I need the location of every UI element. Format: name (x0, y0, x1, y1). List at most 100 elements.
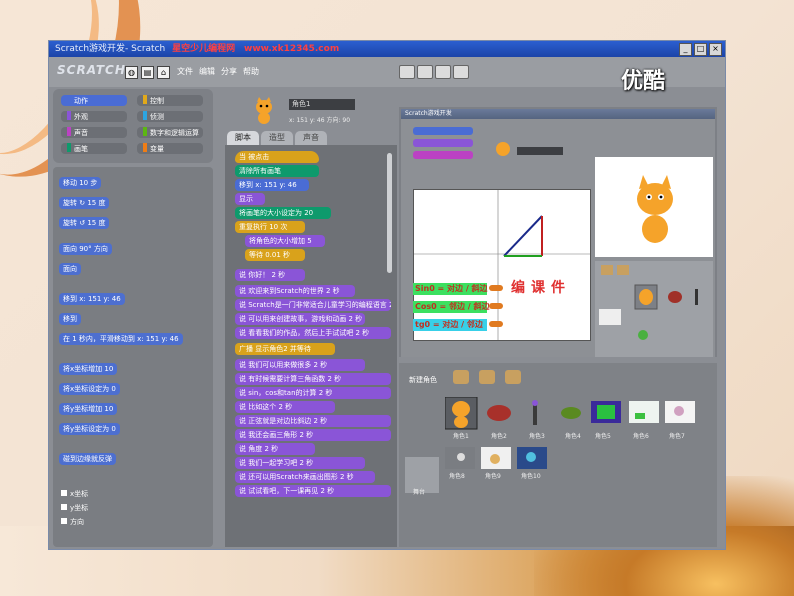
script-block[interactable]: 说 可以用来创建故事，游戏和动画 2 秒 (235, 313, 365, 325)
sprite-label[interactable]: 角色6 (633, 431, 649, 440)
script-block[interactable]: 说 我们可以用来做很多 2 秒 (235, 359, 365, 371)
category-motion[interactable]: 动作 (61, 95, 127, 106)
tab-scripts[interactable]: 脚本 (227, 131, 259, 145)
category-label: 控制 (150, 97, 164, 105)
category-variables[interactable]: 变量 (137, 143, 203, 154)
sprite-label[interactable]: 角色5 (595, 431, 611, 440)
new-sprite-label: 新建角色 (409, 376, 437, 384)
palette-block[interactable]: 移到 x: 151 y: 46 (59, 293, 125, 305)
tab-costumes[interactable]: 造型 (261, 131, 293, 145)
palette-block[interactable]: 移动 10 步 (59, 177, 102, 189)
paint-sprite-button[interactable] (453, 370, 469, 384)
checkbox-y-position[interactable]: y坐标 (61, 503, 88, 513)
tab-sounds[interactable]: 声音 (295, 131, 327, 145)
script-hat-block[interactable]: 当 被点击 (235, 151, 319, 163)
script-block[interactable]: 说 看看我们的作品，然后上手试试吧 2 秒 (235, 327, 391, 339)
script-block[interactable]: 移到 x: 151 y: 46 (235, 179, 309, 191)
script-block[interactable]: 说 你好！ 2 秒 (235, 269, 305, 281)
checkbox-direction[interactable]: 方向 (61, 517, 84, 527)
script-block[interactable]: 显示 (235, 193, 265, 205)
palette-block[interactable]: 将y坐标增加 10 (59, 403, 118, 415)
sprite-label[interactable]: 角色10 (521, 471, 541, 480)
script-block[interactable]: 广播 显示角色2 并等待 (235, 343, 335, 355)
palette-block[interactable]: 旋转 ↻ 15 度 (59, 197, 110, 209)
sprite-label[interactable]: 角色8 (449, 471, 465, 480)
menu-file[interactable]: 文件 (177, 66, 193, 77)
category-pen[interactable]: 画笔 (61, 143, 127, 154)
script-block[interactable]: 说 还可以用Scratch来画出图形 2 秒 (235, 471, 375, 483)
trig-tg-label: tg0 = 对边 / 邻边 (413, 319, 487, 331)
palette-block[interactable]: 将x坐标设定为 0 (59, 383, 120, 395)
checkbox-label: 方向 (70, 518, 84, 526)
script-block[interactable]: 说 有时候需要计算三角函数 2 秒 (235, 373, 391, 385)
category-label: 声音 (74, 129, 88, 137)
shrink-tool-icon[interactable] (453, 65, 469, 79)
palette-block[interactable]: 旋转 ↺ 15 度 (59, 217, 110, 229)
sprite-label[interactable]: 角色1 (453, 431, 469, 440)
globe-icon[interactable]: ◍ (125, 66, 138, 79)
window-title: Scratch游戏开发- Scratch (55, 44, 166, 54)
palette-block[interactable]: 将x坐标增加 10 (59, 363, 118, 375)
category-control[interactable]: 控制 (137, 95, 203, 106)
category-sound[interactable]: 声音 (61, 127, 127, 138)
category-operators[interactable]: 数字和逻辑运算 (137, 127, 203, 138)
category-label: 数字和逻辑运算 (150, 129, 199, 137)
close-button[interactable]: × (709, 43, 722, 56)
menu-share[interactable]: 分享 (221, 66, 237, 77)
triangle-diagram (414, 190, 590, 340)
duplicate-tool-icon[interactable] (399, 65, 415, 79)
palette-block[interactable]: 将y坐标设定为 0 (59, 423, 120, 435)
minimize-button[interactable]: _ (679, 43, 692, 56)
share-icon[interactable]: ⌂ (157, 66, 170, 79)
save-icon[interactable]: ▤ (141, 66, 154, 79)
nested-window-title: Scratch游戏开发 (401, 109, 715, 119)
sprite-label[interactable]: 角色3 (529, 431, 545, 440)
menu-help[interactable]: 帮助 (243, 66, 259, 77)
checkbox-x-position[interactable]: x坐标 (61, 489, 88, 499)
courseware-label: 编课件 (511, 280, 571, 296)
trig-cos-label: Cos0 = 邻边 / 斜边 (413, 301, 490, 313)
sprite-name-field[interactable]: 角色1 (289, 99, 355, 110)
palette-block[interactable]: 面向 (59, 263, 81, 275)
script-block[interactable]: 将画笔的大小设定为 20 (235, 207, 331, 219)
delete-tool-icon[interactable] (417, 65, 433, 79)
script-block[interactable]: 说 Scratch是一门非常适合儿童学习的编程语言 2 秒 (235, 299, 391, 311)
menu-edit[interactable]: 编辑 (199, 66, 215, 77)
variable-bubble (489, 321, 503, 327)
grow-tool-icon[interactable] (435, 65, 451, 79)
palette-block[interactable]: 面向 90° 方向 (59, 243, 112, 255)
script-block[interactable]: 说 我们一起学习吧 2 秒 (235, 457, 365, 469)
script-block[interactable]: 说 我还会画三角形 2 秒 (235, 429, 391, 441)
sprite-label[interactable]: 角色2 (491, 431, 507, 440)
maximize-button[interactable]: □ (694, 43, 707, 56)
scripts-scrollbar[interactable] (387, 153, 392, 273)
window-titlebar: Scratch游戏开发- Scratch 星空少儿编程网 www.xk12345… (49, 41, 725, 57)
script-block[interactable]: 说 角度 2 秒 (235, 443, 315, 455)
script-block[interactable]: 将角色的大小增加 5 (245, 235, 325, 247)
sprite-label[interactable]: 角色7 (669, 431, 685, 440)
category-label: 画笔 (74, 145, 88, 153)
script-block[interactable]: 说 试试看吧，下一课再见 2 秒 (235, 485, 391, 497)
script-block[interactable]: 说 比如这个 2 秒 (235, 401, 335, 413)
palette-block[interactable]: 移到 (59, 313, 81, 325)
script-block[interactable]: 清除所有画笔 (235, 165, 319, 177)
category-label: 动作 (74, 97, 88, 105)
palette-block[interactable]: 在 1 秒内，平滑移动到 x: 151 y: 46 (59, 333, 183, 345)
script-block[interactable]: 说 正弦就是对边比斜边 2 秒 (235, 415, 391, 427)
script-block[interactable]: 重复执行 10 次 (235, 221, 305, 233)
palette-block[interactable]: 碰到边缘就反弹 (59, 453, 116, 465)
import-sprite-button[interactable] (479, 370, 495, 384)
scratch-app: SCRATCH ◍ ▤ ⌂ 文件 编辑 分享 帮助 优酷 动作 控制 外观 侦测… (49, 57, 725, 549)
nested-sprite-thumbs (599, 265, 698, 340)
sprite-x: x: 151 (289, 117, 308, 124)
window-controls: _ □ × (679, 43, 722, 56)
editor-tabs: 脚本 造型 声音 (227, 131, 327, 145)
category-sensing[interactable]: 侦测 (137, 111, 203, 122)
script-block[interactable]: 说 sin，cos和tan的计算 2 秒 (235, 387, 391, 399)
sprite-label[interactable]: 角色9 (485, 471, 501, 480)
random-sprite-button[interactable] (505, 370, 521, 384)
script-block[interactable]: 说 欢迎来到Scratch的世界 2 秒 (235, 285, 355, 297)
script-block[interactable]: 等待 0.01 秒 (245, 249, 305, 261)
category-looks[interactable]: 外观 (61, 111, 127, 122)
sprite-label[interactable]: 角色4 (565, 431, 581, 440)
